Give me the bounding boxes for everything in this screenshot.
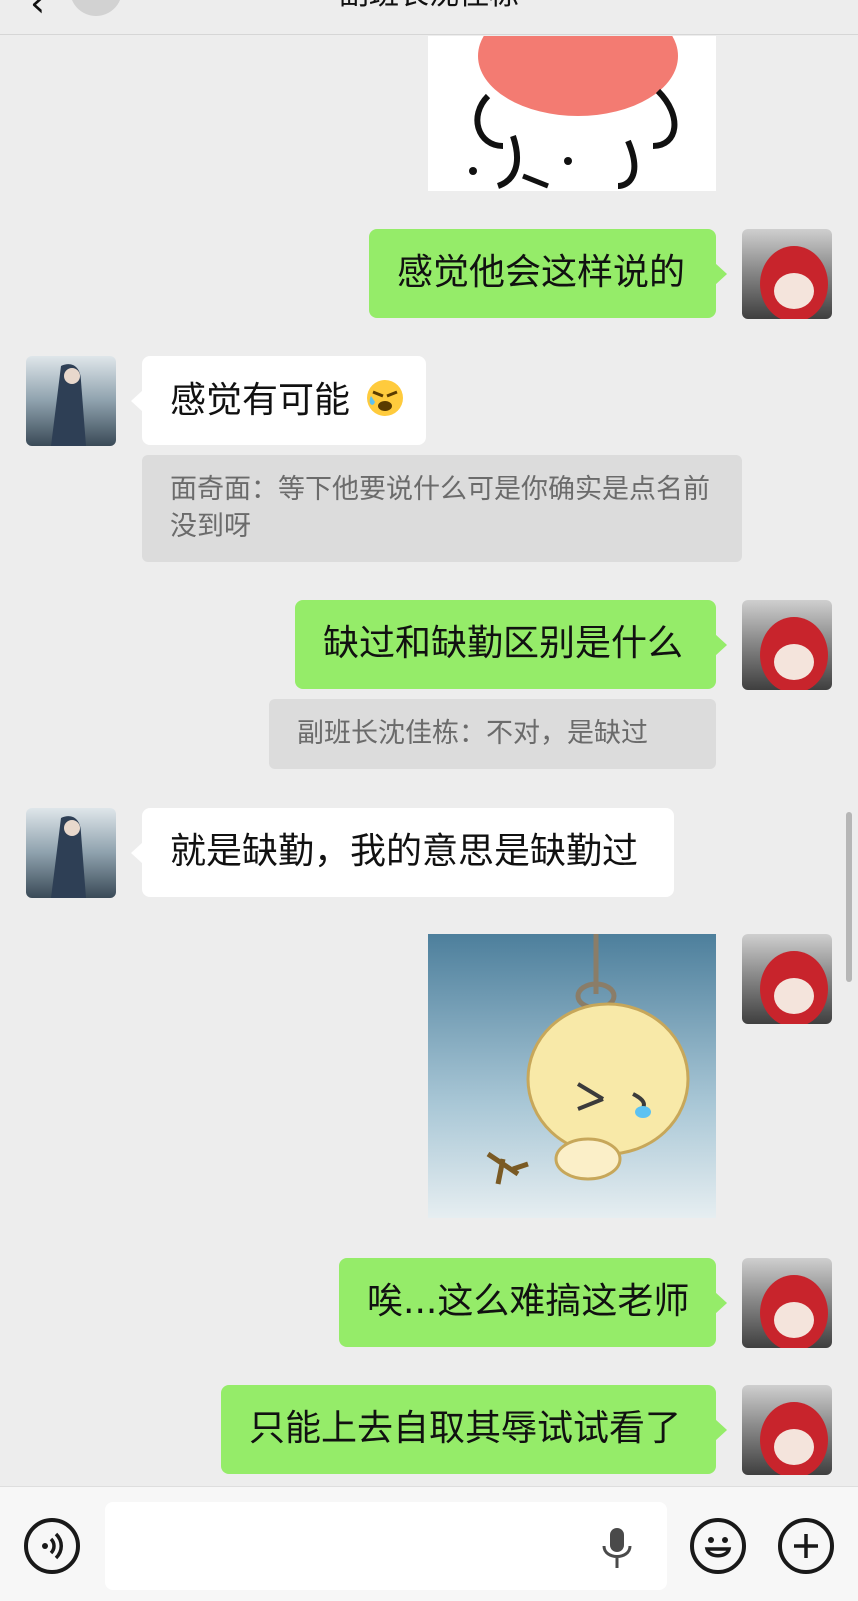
contact-message-bubble[interactable]: 就是缺勤，我的意思是缺勤过 xyxy=(131,808,674,897)
quoted-reply[interactable]: 副班长沈佳栋：不对，是缺过 xyxy=(269,699,716,769)
avatar-art xyxy=(760,1402,828,1475)
chat-header: ‹ 副班长沈佳栋 xyxy=(0,0,858,35)
emoji-icon[interactable] xyxy=(690,1518,746,1574)
avatar-art xyxy=(51,816,86,898)
my-message-bubble[interactable]: 唉...这么难搞这老师 xyxy=(339,1258,727,1347)
my-avatar[interactable] xyxy=(742,1385,832,1475)
quoted-text: 面奇面：等下他要说什么可是你确实是点名前没到呀 xyxy=(170,474,710,542)
avatar-art xyxy=(760,246,828,319)
contact-message-bubble[interactable]: 感觉有可能 xyxy=(131,356,426,445)
quoted-text: 副班长沈佳栋：不对，是缺过 xyxy=(297,718,648,749)
my-avatar[interactable] xyxy=(742,934,832,1024)
pink-blob-sticker-art xyxy=(469,36,678,189)
mic-icon[interactable] xyxy=(600,1526,634,1570)
plus-icon[interactable] xyxy=(778,1518,834,1574)
chat-title: 副班长沈佳栋 xyxy=(0,0,858,12)
message-text: 只能上去自取其辱试试看了 xyxy=(249,1408,682,1449)
my-avatar[interactable] xyxy=(742,1258,832,1348)
hanging-cartoon-sticker-art xyxy=(486,934,690,1185)
message-text: 就是缺勤，我的意思是缺勤过 xyxy=(170,831,639,872)
avatar-art xyxy=(760,951,828,1024)
message-text: 缺过和缺勤区别是什么 xyxy=(323,623,684,664)
message-text: 感觉有可能 xyxy=(170,380,351,421)
sticker-image[interactable] xyxy=(428,36,716,191)
contact-avatar[interactable] xyxy=(26,356,116,446)
quoted-reply[interactable]: 面奇面：等下他要说什么可是你确实是点名前没到呀 xyxy=(142,455,742,562)
my-avatar[interactable] xyxy=(742,229,832,319)
avatar-art xyxy=(760,617,828,690)
scrollbar-thumb[interactable] xyxy=(846,812,852,982)
my-avatar[interactable] xyxy=(742,600,832,690)
message-text: 唉...这么难搞这老师 xyxy=(367,1281,690,1322)
voice-icon[interactable] xyxy=(24,1518,80,1574)
my-message-bubble[interactable]: 缺过和缺勤区别是什么 xyxy=(295,600,727,689)
sticker-image[interactable] xyxy=(428,934,716,1218)
my-message-bubble[interactable]: 感觉他会这样说的 xyxy=(369,229,727,318)
avatar-art xyxy=(51,364,86,446)
my-message-bubble[interactable]: 只能上去自取其辱试试看了 xyxy=(221,1385,727,1474)
contact-avatar[interactable] xyxy=(26,808,116,898)
avatar-art xyxy=(760,1275,828,1348)
message-input[interactable] xyxy=(105,1502,667,1590)
message-text: 感觉他会这样说的 xyxy=(397,252,686,293)
facepalm-cry-emoji-icon xyxy=(365,378,405,418)
